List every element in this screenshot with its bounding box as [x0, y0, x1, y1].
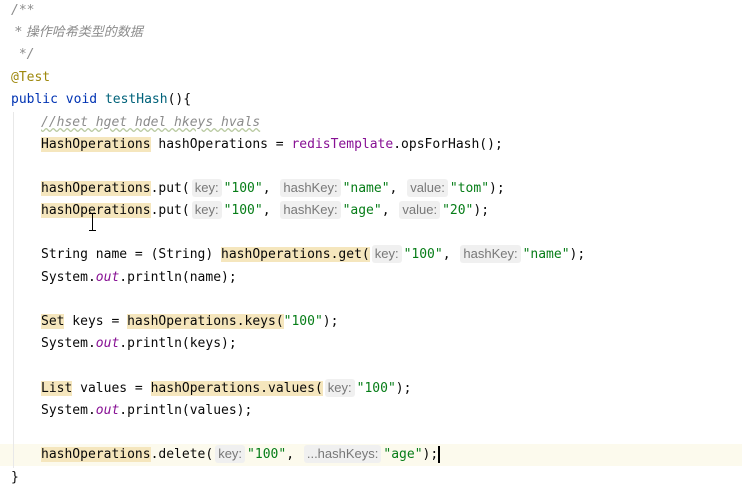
param-hint-key: key: — [324, 379, 355, 397]
values-var: values = — [72, 381, 151, 396]
code-line-13[interactable]: System.out.println(name); — [0, 267, 237, 289]
param-hint-key: key: — [215, 445, 246, 463]
statement-end: ); — [422, 447, 439, 462]
system-class: System. — [41, 403, 96, 418]
statement-end: ); — [473, 203, 490, 218]
param-hint-key: key: — [371, 245, 402, 263]
method-name: testHash — [104, 92, 168, 107]
code-line-16[interactable]: System.out.println(keys); — [0, 333, 237, 355]
arg-string: "name" — [342, 181, 390, 196]
decl-var: hashOperations = — [150, 137, 292, 152]
statement-end: ); — [569, 247, 586, 262]
arg-string: "tom" — [449, 181, 490, 196]
receiver-hashoperations: hashOperations — [41, 181, 151, 196]
modifier-keyword: public — [11, 92, 58, 107]
arg-string: "100" — [247, 447, 287, 462]
param-hint-value: value: — [407, 179, 448, 197]
out-field: out — [95, 403, 120, 418]
type-list: List — [41, 381, 73, 396]
arg-string: "100" — [403, 247, 443, 262]
arg-string: "age" — [383, 447, 423, 462]
out-field: out — [95, 336, 120, 351]
method-params: (){ — [167, 92, 192, 107]
code-line-1[interactable]: /** — [0, 0, 34, 22]
method-put: .put( — [150, 203, 190, 218]
code-line-7[interactable]: HashOperations hashOperations = redisTem… — [0, 134, 503, 156]
arg-string: "100" — [223, 181, 263, 196]
code-line-2[interactable]: * 操作哈希类型的数据 — [0, 22, 143, 44]
receiver-hashoperations: hashOperations — [221, 247, 331, 262]
statement-end: ); — [395, 381, 412, 396]
param-hint-value: value: — [399, 201, 441, 219]
arg-string: "100" — [223, 203, 263, 218]
param-hint-key: key: — [191, 201, 222, 219]
method-keys: .keys( — [236, 314, 284, 329]
arg-string: "100" — [283, 314, 323, 329]
method-put: .put( — [150, 181, 190, 196]
code-line-5[interactable]: public void testHash(){ — [0, 89, 191, 111]
code-line-21[interactable]: hashOperations.delete(key: "100", ...hash… — [0, 444, 441, 466]
text-caret — [438, 446, 441, 463]
receiver-hashoperations: hashOperations — [150, 381, 261, 396]
keys-var: keys = — [64, 314, 128, 329]
statement-end: ); — [489, 181, 505, 196]
return-type-keyword: void — [65, 92, 98, 107]
line-comment: //hset hget hdel hkeys hvals — [41, 115, 261, 130]
println-call: .println(keys); — [119, 336, 237, 351]
field-redistemplate: redisTemplate — [291, 137, 394, 152]
arg-string: "20" — [442, 203, 474, 218]
code-line-19[interactable]: System.out.println(values); — [0, 400, 252, 422]
code-line-12[interactable]: String name = (String) hashOperations.ge… — [0, 244, 585, 266]
code-line-15[interactable]: Set keys = hashOperations.keys("100"); — [0, 311, 338, 333]
ibeam-cursor-icon — [89, 213, 96, 231]
code-line-3[interactable]: */ — [0, 44, 35, 66]
arg-string: "100" — [356, 381, 396, 396]
method-get: .get( — [330, 247, 370, 262]
code-line-6[interactable]: //hset hget hdel hkeys hvals — [0, 112, 260, 134]
param-hint-hashkey: hashKey: — [460, 245, 521, 263]
type-hashoperations: HashOperations — [41, 137, 151, 152]
test-annotation: @Test — [11, 70, 51, 85]
code-line-22[interactable]: } — [0, 467, 19, 489]
doc-comment-close: */ — [11, 47, 35, 62]
param-hint-hashkeys: ...hashKeys: — [303, 445, 382, 463]
code-line-9[interactable]: hashOperations.put(key: "100", hashKey: "n… — [0, 178, 505, 200]
system-class: System. — [41, 336, 96, 351]
method-delete: .delete( — [150, 447, 214, 462]
type-set: Set — [41, 314, 65, 329]
out-field: out — [95, 270, 120, 285]
statement-end: ); — [322, 314, 339, 329]
param-hint-hashkey: hashKey: — [280, 201, 341, 219]
doc-comment-text: * 操作哈希类型的数据 — [11, 25, 143, 40]
println-call: .println(name); — [119, 270, 237, 285]
get-prefix: String name = (String) — [41, 247, 222, 262]
arg-string: "age" — [342, 203, 382, 218]
arg-string: "name" — [522, 247, 570, 262]
code-editor[interactable]: /** * 操作哈希类型的数据 */ @Test public void tes… — [0, 0, 742, 499]
receiver-hashoperations: hashOperations — [41, 447, 151, 462]
method-values: .values( — [260, 381, 323, 396]
doc-comment-open: /** — [11, 3, 35, 18]
param-hint-hashkey: hashKey: — [280, 179, 341, 197]
println-call: .println(values); — [119, 403, 253, 418]
code-line-4[interactable]: @Test — [0, 67, 50, 89]
code-line-18[interactable]: List values = hashOperations.values(key:… — [0, 378, 411, 400]
param-hint-key: key: — [191, 179, 222, 197]
decl-call: .opsForHash(); — [393, 137, 503, 152]
closing-brace: } — [11, 470, 19, 485]
system-class: System. — [41, 270, 96, 285]
code-line-10[interactable]: hashOperations.put(key: "100", hashKey: "a… — [0, 200, 489, 222]
receiver-hashoperations: hashOperations — [127, 314, 237, 329]
